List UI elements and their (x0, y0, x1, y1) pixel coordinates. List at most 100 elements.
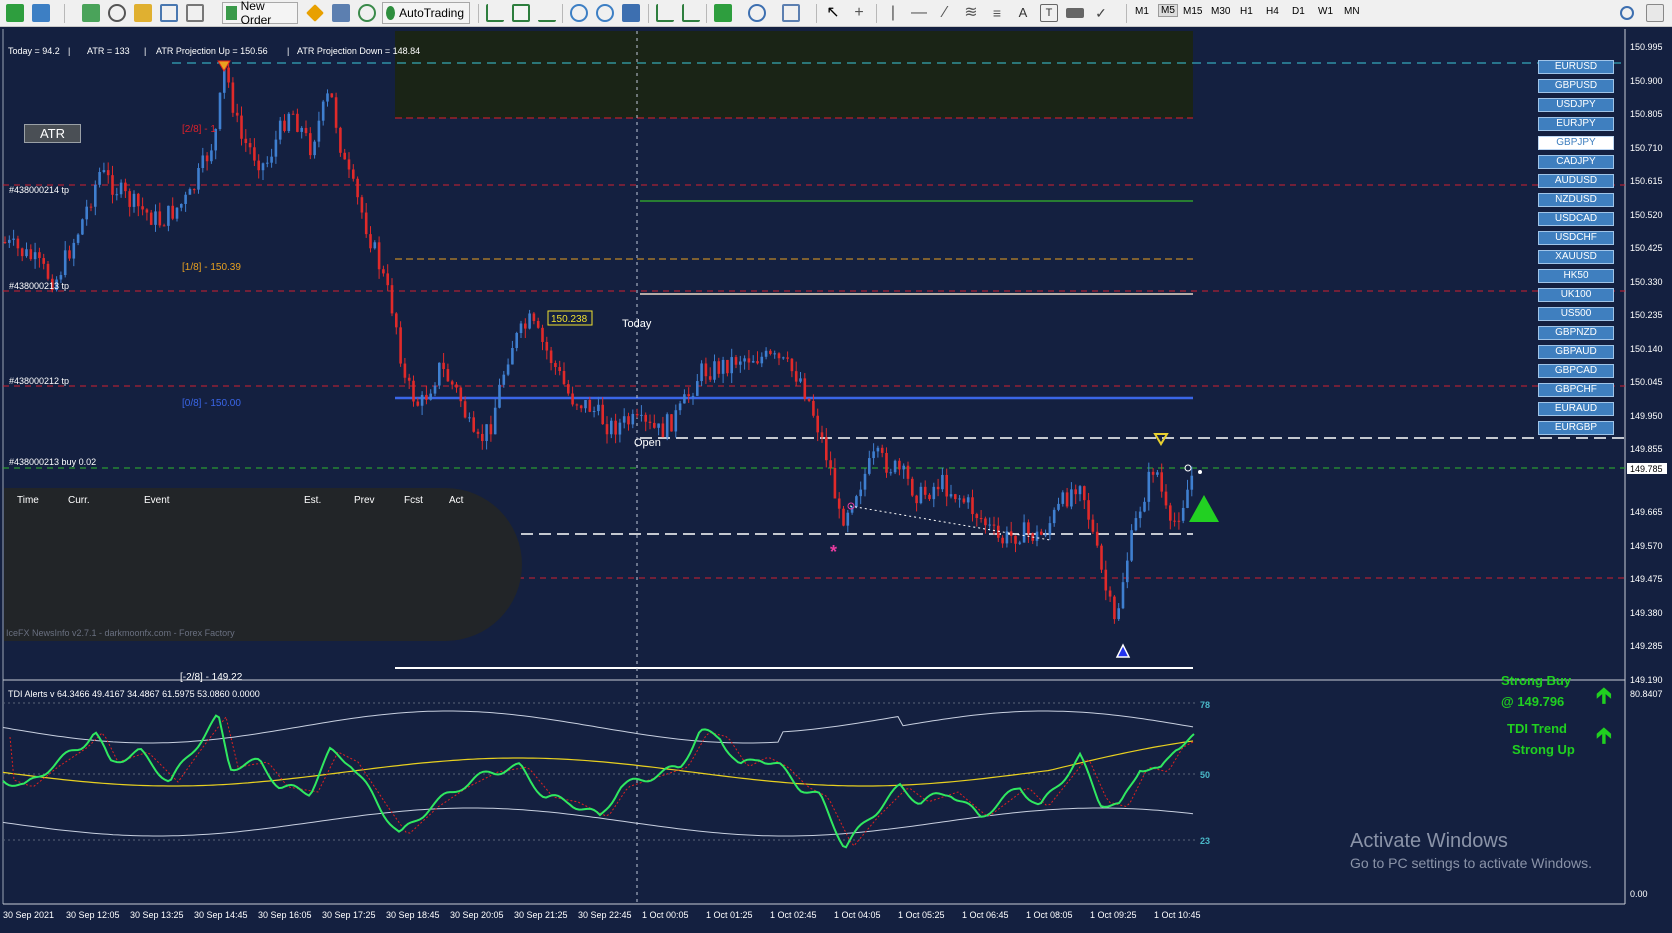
symbol-button-nzdusd[interactable]: NZDUSD (1538, 193, 1614, 207)
trendline-icon[interactable]: ∕ (936, 4, 954, 22)
tdi-lines (2, 710, 1195, 849)
symbol-button-us500[interactable]: US500 (1538, 307, 1614, 321)
text-icon[interactable]: A (1014, 4, 1032, 22)
timeframe-d1[interactable]: D1 (1292, 6, 1305, 17)
candle-body (1074, 489, 1077, 495)
zoom-in-icon[interactable] (570, 4, 588, 22)
timeframe-mn[interactable]: MN (1344, 6, 1360, 17)
info-proj-down: ATR Projection Down = 148.84 (297, 46, 420, 56)
rectangle-icon[interactable] (1066, 8, 1084, 18)
candlestick-icon[interactable] (512, 4, 530, 22)
candle-body (622, 416, 626, 423)
tile-windows-icon[interactable] (622, 4, 640, 22)
cursor-icon[interactable]: ↖ (824, 4, 842, 22)
symbol-button-audusd[interactable]: AUDUSD (1538, 174, 1614, 188)
navigator-icon[interactable] (108, 4, 126, 22)
arrows-icon[interactable]: ✓ (1092, 4, 1110, 22)
crosshair-icon[interactable]: + (850, 4, 868, 22)
strategy-tester-icon[interactable] (186, 4, 204, 22)
candle-body (760, 356, 764, 364)
fibonacci-icon[interactable]: ≡ (988, 4, 1006, 22)
candle-body (141, 206, 144, 210)
timeframe-h1[interactable]: H1 (1240, 6, 1253, 17)
symbol-button-usdjpy[interactable]: USDJPY (1538, 98, 1614, 112)
timeframe-h4[interactable]: H4 (1266, 6, 1279, 17)
fractal-bottom-marker (1115, 643, 1131, 658)
candle-body (536, 320, 540, 328)
autotrading-button[interactable]: AutoTrading (382, 2, 470, 24)
symbol-button-gbpchf[interactable]: GBPCHF (1538, 383, 1614, 397)
news-header-estimate: Est. (304, 495, 322, 506)
timeframe-w1[interactable]: W1 (1318, 6, 1333, 17)
symbol-button-cadjpy[interactable]: CADJPY (1538, 155, 1614, 169)
candle-body (68, 250, 71, 259)
candle-body (670, 414, 673, 432)
symbol-button-gbpnzd[interactable]: GBPNZD (1538, 326, 1614, 340)
candle-body (876, 447, 880, 452)
fractal-yellow-marker (1153, 433, 1169, 446)
bar-chart-icon[interactable] (486, 4, 504, 22)
new-chart-icon[interactable] (6, 4, 24, 22)
symbol-button-eurgbp[interactable]: EURGBP (1538, 421, 1614, 435)
candle-body (309, 133, 312, 156)
candle-body (33, 252, 37, 260)
symbol-button-gbpusd[interactable]: GBPUSD (1538, 79, 1614, 93)
symbol-button-usdchf[interactable]: USDCHF (1538, 231, 1614, 245)
chat-icon[interactable] (1646, 4, 1664, 22)
symbol-button-uk100[interactable]: UK100 (1538, 288, 1614, 302)
symbol-button-gbpcad[interactable]: GBPCAD (1538, 364, 1614, 378)
channel-icon[interactable]: ≋ (962, 4, 980, 22)
candle-body (162, 225, 166, 227)
symbol-button-eurjpy[interactable]: EURJPY (1538, 117, 1614, 131)
market-icon[interactable] (332, 4, 350, 22)
time-axis: 30 Sep 2021 30 Sep 12:05 30 Sep 13:25 30… (3, 910, 1201, 920)
terminal-icon[interactable] (160, 4, 178, 22)
zoom-out-icon[interactable] (596, 4, 614, 22)
new-order-button[interactable]: New Order (222, 0, 298, 27)
candle-body (377, 242, 381, 270)
candle-body (313, 141, 316, 156)
price-tick: 150.520 (1630, 210, 1663, 220)
symbol-button-euraud[interactable]: EURAUD (1538, 402, 1614, 416)
timeframe-m15[interactable]: M15 (1183, 6, 1202, 17)
price-chart[interactable]: * 150.238 Today = 94.2 | ATR = 133 | ATR… (0, 27, 1672, 933)
market-watch-icon[interactable] (82, 4, 100, 22)
vertical-line-icon[interactable]: | (884, 4, 902, 22)
signals-icon[interactable] (358, 4, 376, 22)
line-chart-icon[interactable] (538, 4, 556, 22)
atr-button[interactable]: ATR (24, 124, 81, 143)
timeframe-m1[interactable]: M1 (1135, 6, 1149, 17)
candle-body (132, 193, 136, 207)
candle-body (648, 421, 652, 423)
candle-body (1027, 522, 1030, 534)
chart-area[interactable]: * 150.238 Today = 94.2 | ATR = 133 | ATR… (0, 27, 1672, 933)
symbol-button-usdcad[interactable]: USDCAD (1538, 212, 1614, 226)
horizontal-line-icon[interactable]: — (910, 4, 928, 22)
profiles-icon[interactable] (32, 4, 50, 22)
candle-body (218, 92, 222, 130)
symbol-button-gbpaud[interactable]: GBPAUD (1538, 345, 1614, 359)
autoscroll-icon[interactable] (682, 4, 700, 22)
data-window-icon[interactable] (134, 4, 152, 22)
indicators-icon[interactable] (714, 4, 732, 22)
candle-body (1147, 471, 1151, 502)
symbol-button-eurusd[interactable]: EURUSD (1538, 60, 1614, 74)
search-icon[interactable] (1620, 6, 1634, 20)
candle-body (472, 417, 475, 432)
periods-icon[interactable] (748, 4, 766, 22)
candle-body (812, 400, 815, 416)
candle-body (627, 416, 630, 425)
text-label-icon[interactable]: T (1040, 4, 1058, 22)
candle-body (700, 363, 703, 382)
timeframe-m30[interactable]: M30 (1211, 6, 1230, 17)
symbol-button-gbpjpy[interactable]: GBPJPY (1538, 136, 1614, 150)
metaeditor-icon[interactable] (306, 4, 324, 22)
chart-shift-icon[interactable] (656, 4, 674, 22)
candle-body (1113, 596, 1116, 620)
symbol-button-xauusd[interactable]: XAUUSD (1538, 250, 1614, 264)
symbol-button-hk50[interactable]: HK50 (1538, 269, 1614, 283)
candle-body (799, 378, 802, 382)
templates-icon[interactable] (782, 4, 800, 22)
timeframe-m5[interactable]: M5 (1158, 4, 1178, 17)
tdi-rsi-line (2, 714, 1195, 849)
